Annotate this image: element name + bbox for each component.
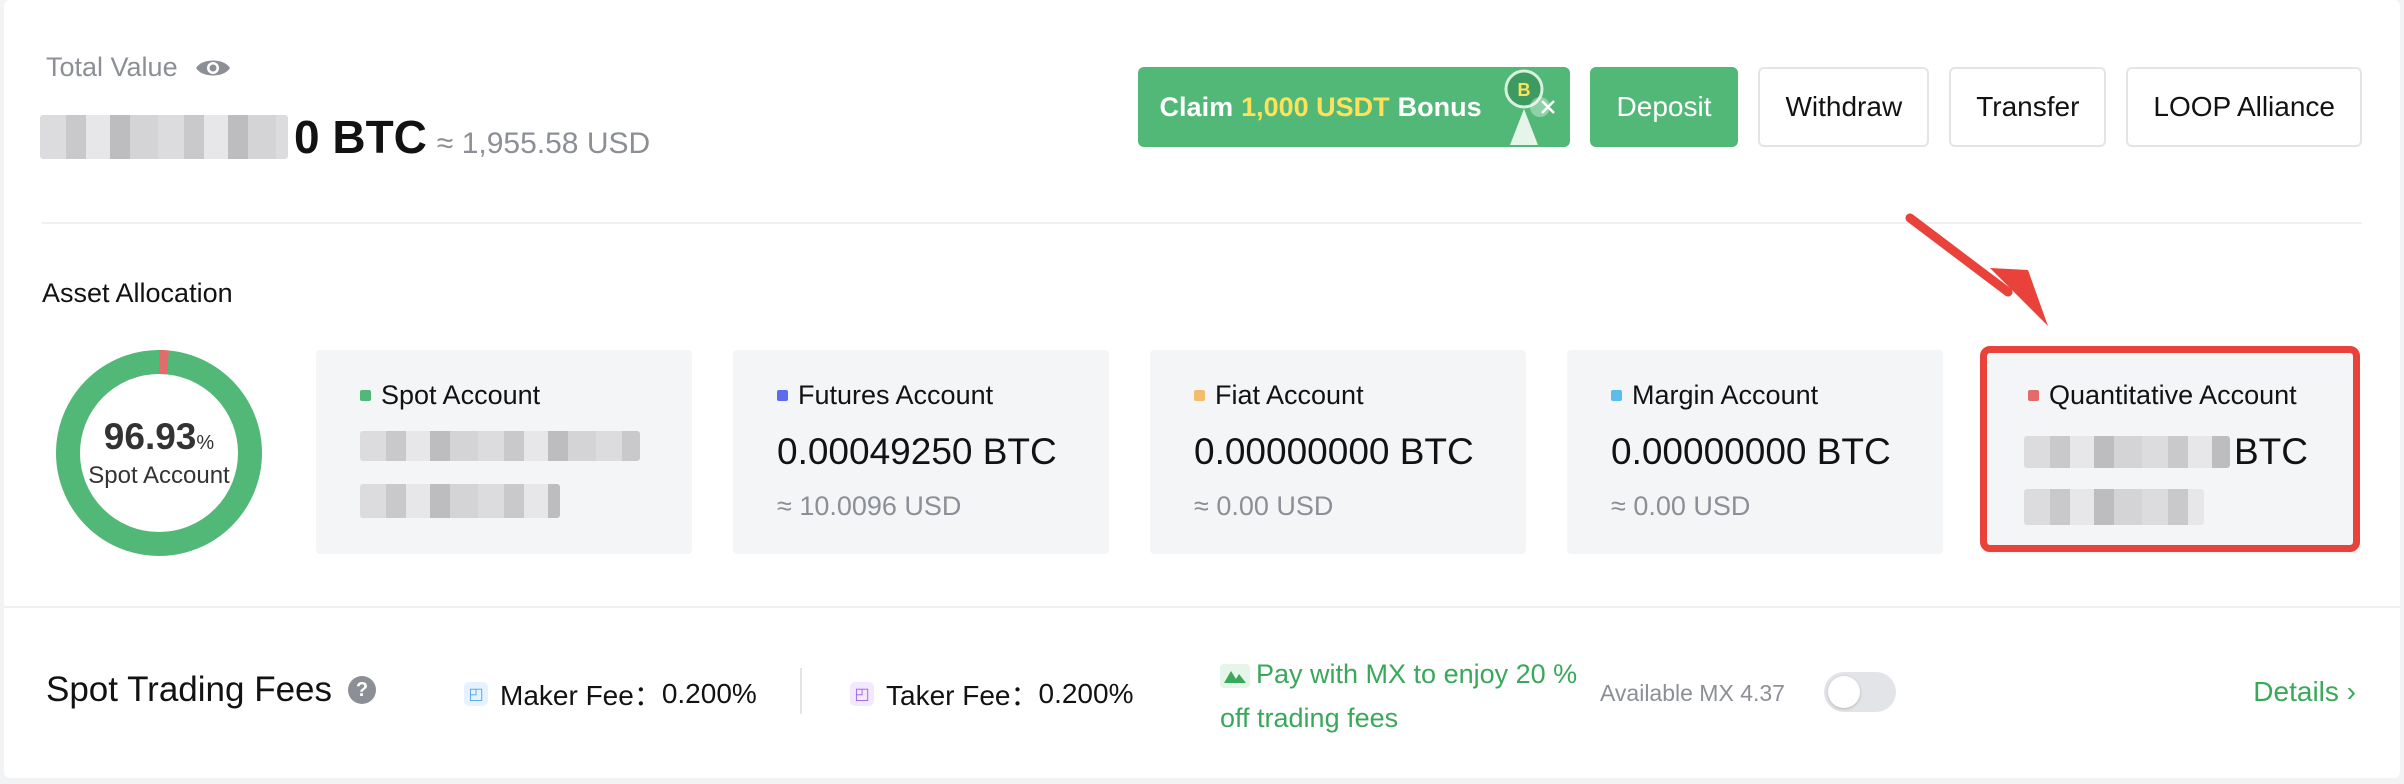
- fiat-color-dot: [1194, 390, 1205, 401]
- fiat-account-card[interactable]: Fiat Account 0.00000000 BTC ≈ 0.00 USD: [1150, 350, 1526, 554]
- deposit-button[interactable]: Deposit: [1589, 67, 1739, 147]
- withdraw-button[interactable]: Withdraw: [1758, 67, 1930, 147]
- taker-fee-icon: ◰: [850, 682, 874, 706]
- loop-alliance-button[interactable]: LOOP Alliance: [2126, 67, 2362, 147]
- svg-text:B: B: [1517, 80, 1530, 100]
- margin-color-dot: [1611, 390, 1622, 401]
- futures-account-card[interactable]: Futures Account 0.00049250 BTC ≈ 10.0096…: [733, 350, 1109, 554]
- maker-fee-icon: ◰: [464, 682, 488, 706]
- asset-allocation-title: Asset Allocation: [42, 278, 233, 308]
- spot-account-label: Spot Account: [381, 380, 541, 410]
- fees-divider: [4, 606, 2400, 608]
- annotation-highlight-box: [1980, 346, 2360, 552]
- spot-value-hidden: [360, 431, 640, 461]
- total-value-hidden: [40, 115, 288, 159]
- mx-discount-promo: Pay with MX to enjoy 20 % off trading fe…: [1220, 659, 1578, 733]
- toggle-knob: [1828, 676, 1860, 708]
- annotation-arrow-icon: [1905, 213, 2048, 326]
- margin-btc-value: 0.00000000 BTC: [1611, 431, 1891, 472]
- close-icon[interactable]: [1538, 97, 1558, 117]
- claim-bonus-banner[interactable]: Claim 1,000 USDT Bonus B: [1137, 67, 1570, 147]
- transfer-button[interactable]: Transfer: [1949, 67, 2107, 147]
- mx-fee-toggle[interactable]: [1824, 672, 1896, 712]
- fees-details-link[interactable]: Details ›: [2253, 676, 2356, 708]
- maker-fee: ◰ Maker Fee： 0.200%: [464, 674, 757, 714]
- eye-icon[interactable]: [194, 55, 232, 81]
- taker-fee: ◰ Taker Fee： 0.200%: [850, 674, 1133, 714]
- futures-btc-value: 0.00049250 BTC: [777, 431, 1057, 472]
- spot-color-dot: [360, 390, 371, 401]
- futures-usd-value: ≈ 10.0096 USD: [777, 491, 962, 521]
- total-usd-value: ≈ 1,955.58 USD: [436, 127, 651, 160]
- total-value-row: 0 BTC ≈ 1,955.58 USD: [40, 110, 650, 164]
- available-mx-balance: Available MX 4.37: [1600, 680, 1785, 706]
- donut-center-label: 96.93% Spot Account: [56, 350, 262, 556]
- mx-logo-icon: [1220, 663, 1250, 688]
- fiat-account-label: Fiat Account: [1215, 380, 1364, 410]
- fiat-btc-value: 0.00000000 BTC: [1194, 431, 1474, 472]
- total-value-label: Total Value: [46, 52, 232, 83]
- margin-usd-value: ≈ 0.00 USD: [1611, 491, 1751, 521]
- futures-account-label: Futures Account: [798, 380, 994, 410]
- spot-trading-fees-title: Spot Trading Fees ?: [46, 670, 376, 710]
- fee-separator: [800, 668, 802, 714]
- margin-account-label: Margin Account: [1632, 380, 1819, 410]
- futures-color-dot: [777, 390, 788, 401]
- header-actions: Claim 1,000 USDT Bonus B Deposit Withdra…: [1137, 67, 2362, 147]
- fiat-usd-value: ≈ 0.00 USD: [1194, 491, 1334, 521]
- donut-percent: 96.93%: [103, 416, 215, 457]
- help-icon[interactable]: ?: [348, 676, 376, 704]
- margin-account-card[interactable]: Margin Account 0.00000000 BTC ≈ 0.00 USD: [1567, 350, 1943, 554]
- total-btc-value: 0 BTC: [294, 111, 427, 163]
- donut-account-label: Spot Account: [88, 462, 230, 489]
- spot-account-card[interactable]: Spot Account: [316, 350, 692, 554]
- spot-usd-hidden: [360, 484, 560, 518]
